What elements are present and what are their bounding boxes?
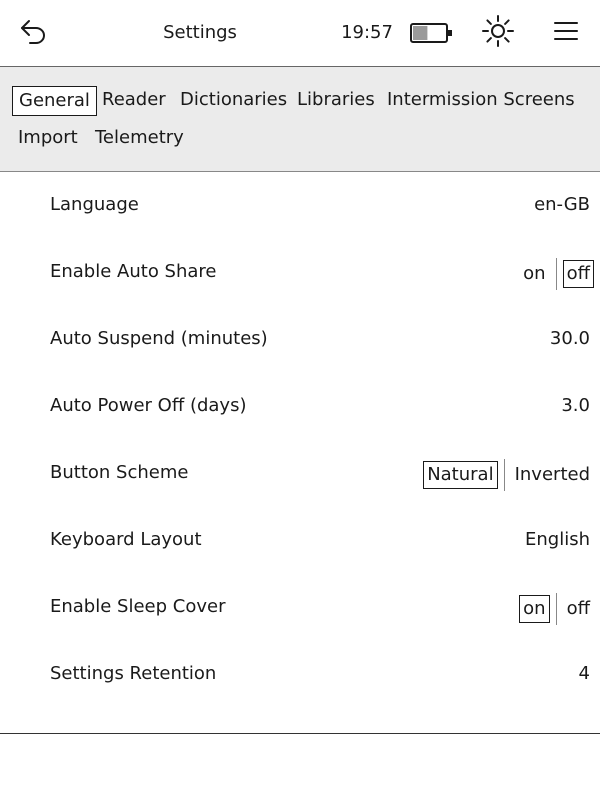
sleep-cover-toggle: on off [519,592,594,626]
setting-label: Keyboard Layout [50,529,202,550]
hamburger-menu-icon [553,20,579,46]
auto-share-off-option[interactable]: off [562,260,594,288]
auto-share-toggle: on off [519,257,594,291]
settings-list: Language en-GB Enable Auto Share on off … [0,172,600,734]
toggle-divider [555,258,557,290]
button-scheme-toggle: Natural Inverted [423,458,594,492]
sleep-cover-on-option[interactable]: on [519,595,550,623]
setting-row-auto-share: Enable Auto Share on off [0,239,600,306]
menu-button[interactable] [548,15,584,51]
toggle-divider [503,459,505,491]
tab-telemetry[interactable]: Telemetry [89,124,190,154]
sun-icon [481,14,515,52]
setting-label: Settings Retention [50,663,217,684]
setting-row-button-scheme: Button Scheme Natural Inverted [0,440,600,507]
battery-indicator[interactable] [408,21,456,45]
setting-row-auto-suspend: Auto Suspend (minutes) 30.0 [0,306,600,373]
setting-label: Enable Auto Share [50,261,217,282]
setting-label: Auto Power Off (days) [50,395,247,416]
toggle-divider [555,593,557,625]
tab-intermission-screens[interactable]: Intermission Screens [381,86,581,116]
setting-label: Auto Suspend (minutes) [50,328,268,349]
back-button[interactable] [16,16,50,50]
setting-row-keyboard-layout: Keyboard Layout English [0,507,600,574]
top-bar: Settings 19:57 [0,0,600,67]
setting-row-sleep-cover: Enable Sleep Cover on off [0,574,600,641]
setting-label: Button Scheme [50,462,189,483]
category-tab-bar: General Reader Dictionaries Libraries In… [0,67,600,172]
tab-dictionaries[interactable]: Dictionaries [174,86,293,116]
keyboard-layout-value[interactable]: English [525,527,590,553]
auto-power-off-value[interactable]: 3.0 [561,393,590,419]
tab-import[interactable]: Import [12,124,84,154]
auto-suspend-value[interactable]: 30.0 [550,326,590,352]
setting-row-auto-power-off: Auto Power Off (days) 3.0 [0,373,600,440]
setting-label: Enable Sleep Cover [50,596,226,617]
back-arrow-icon [18,16,48,50]
language-value[interactable]: en-GB [534,192,590,218]
auto-share-on-option[interactable]: on [519,260,549,288]
settings-retention-value[interactable]: 4 [579,661,590,687]
setting-row-language: Language en-GB [0,172,600,239]
button-scheme-natural-option[interactable]: Natural [423,461,498,489]
setting-row-settings-retention: Settings Retention 4 [0,641,600,708]
button-scheme-inverted-option[interactable]: Inverted [511,461,594,489]
frontlight-button[interactable] [480,15,516,51]
clock[interactable]: 19:57 [336,20,398,46]
sleep-cover-off-option[interactable]: off [563,595,594,623]
tab-reader[interactable]: Reader [96,86,172,116]
tab-general[interactable]: General [12,86,97,116]
tab-libraries[interactable]: Libraries [291,86,381,116]
page-title: Settings [163,22,237,43]
setting-label: Language [50,194,139,215]
battery-fill [413,26,428,40]
battery-icon [408,23,456,49]
